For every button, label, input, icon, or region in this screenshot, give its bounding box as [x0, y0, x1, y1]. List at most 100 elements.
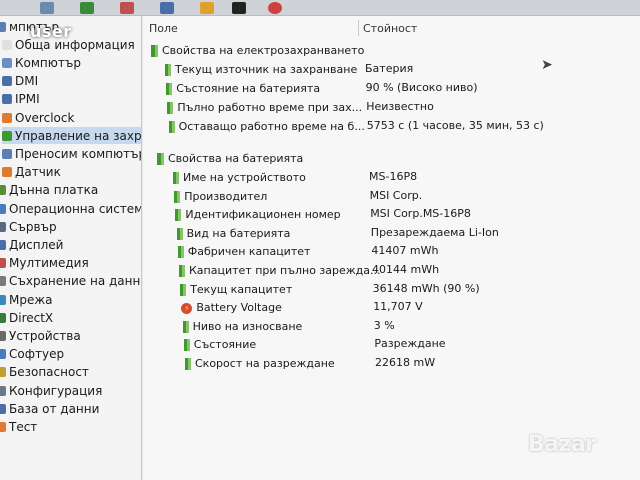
property-field: Скорост на разреждане — [195, 357, 335, 370]
property-row[interactable]: Пълно работно време при зах... — [167, 101, 362, 115]
computer-icon — [2, 57, 12, 68]
tree-item-label: Софтуер — [9, 347, 65, 362]
storage-icon — [0, 276, 6, 287]
tree-item[interactable]: Мрежа — [0, 291, 141, 308]
property-row[interactable]: Скорост на разреждане — [185, 357, 335, 371]
property-row[interactable]: Име на устройството — [173, 171, 306, 185]
property-row[interactable]: Капацитет при пълно зарежда... — [179, 264, 381, 278]
property-row[interactable]: Фабричен капацитет — [177, 245, 310, 259]
tree-item[interactable]: Сървър — [0, 218, 141, 235]
property-row[interactable]: Ниво на износване — [182, 320, 302, 334]
property-row[interactable]: Състояние — [183, 338, 257, 352]
tree-item[interactable]: Безопасност — [0, 364, 141, 381]
tree-item[interactable]: Устройства — [0, 327, 141, 344]
property-value: 3 % — [373, 318, 395, 332]
toolbar-icon[interactable] — [120, 2, 134, 14]
tree-item-label: IPMI — [15, 92, 40, 107]
devices-icon — [0, 330, 6, 341]
database-icon — [0, 403, 6, 414]
property-field: Вид на батерията — [186, 226, 291, 240]
property-row[interactable]: Текущ източник на захранване — [165, 63, 357, 77]
tree-item[interactable]: Overclock — [2, 109, 141, 126]
toolbar-icon[interactable] — [268, 2, 282, 14]
column-header-field[interactable]: Поле — [149, 22, 178, 35]
property-group[interactable]: Свойства на батерията — [157, 152, 303, 166]
property-row[interactable]: ⚡ Battery Voltage — [181, 301, 282, 315]
toolbar — [0, 0, 640, 16]
tree-item[interactable]: Съхранение на данни — [0, 273, 141, 290]
network-icon — [0, 294, 6, 305]
property-field: Пълно работно време при зах... — [177, 101, 363, 114]
toolbar-icon[interactable] — [160, 2, 174, 14]
group-title: Свойства на електрозахранването — [162, 44, 365, 57]
tree-item-label: DMI — [15, 74, 39, 89]
tree-item[interactable]: Датчик — [2, 164, 141, 181]
toolbar-icon[interactable] — [200, 2, 214, 14]
security-icon — [0, 367, 6, 378]
tree-item[interactable]: База от данни — [0, 400, 141, 417]
battery-icon — [173, 172, 179, 184]
toolbar-icon[interactable] — [40, 2, 54, 14]
property-value: Неизвестно — [366, 100, 434, 113]
tree-item[interactable]: Преносим компютър — [2, 145, 141, 162]
test-icon — [0, 421, 6, 432]
battery-icon — [165, 64, 171, 76]
user-overlay-label: user — [30, 22, 72, 41]
property-row[interactable]: Оставащо работно време на б... — [168, 120, 365, 134]
tree-item[interactable]: Компютър — [2, 54, 141, 71]
toolbar-icon[interactable] — [232, 2, 246, 14]
battery-icon — [180, 283, 187, 296]
group-title: Свойства на батерията — [168, 152, 304, 165]
column-separator[interactable] — [358, 20, 359, 36]
property-field: Състояние — [193, 338, 257, 352]
property-field: Battery Voltage — [196, 301, 282, 315]
property-value: 36148 mWh (90 %) — [372, 281, 480, 295]
multimedia-icon — [0, 258, 6, 269]
directx-icon — [0, 312, 6, 323]
tree-item-label: Тест — [9, 419, 38, 434]
motherboard-icon — [0, 185, 6, 196]
tree-item[interactable]: Дисплей — [0, 236, 141, 253]
tree-item[interactable]: DMI — [2, 73, 141, 90]
tree-item[interactable]: Обща информация — [2, 36, 141, 53]
info-icon — [2, 39, 12, 50]
property-row[interactable]: Вид на батерията — [176, 226, 291, 241]
tree-item[interactable]: Мултимедия — [0, 255, 141, 272]
property-value: Батерия — [365, 62, 414, 75]
property-value: 22618 mW — [375, 356, 436, 369]
mouse-cursor-icon: ➤ — [541, 57, 553, 73]
property-row[interactable]: Идентификационен номер — [175, 208, 341, 222]
battery-icon — [176, 227, 183, 240]
tree-item[interactable]: Дънна платка — [0, 182, 141, 199]
tree-item[interactable]: Тест — [0, 418, 141, 435]
property-group[interactable]: Свойства на електрозахранването — [151, 44, 364, 58]
property-field: Капацитет при пълно зарежда... — [189, 264, 381, 277]
property-row[interactable]: Производител — [174, 190, 267, 204]
battery-icon — [151, 45, 158, 57]
property-value: 5753 с (1 часове, 35 мин, 53 с) — [366, 119, 544, 132]
property-row[interactable]: Състояние на батерията — [166, 82, 320, 96]
tree-item-label: База от данни — [9, 401, 100, 416]
tree-item[interactable]: Операционна система — [0, 200, 142, 217]
tree-item[interactable]: Софтуер — [0, 346, 141, 363]
tree-item-label: Управление на захране — [15, 128, 142, 143]
tree-item[interactable]: DirectX — [0, 309, 141, 326]
column-header-value[interactable]: Стойност — [363, 22, 417, 35]
tree-item-label: Операционна система — [9, 201, 142, 216]
battery-icon — [175, 209, 182, 222]
tree-item[interactable]: Конфигурация — [0, 382, 141, 399]
sensor-icon — [2, 167, 12, 178]
property-row[interactable]: Текущ капацитет — [180, 283, 292, 297]
server-icon — [0, 221, 6, 232]
tree-item[interactable]: Управление на захране — [2, 127, 142, 145]
property-value: MS-16P8 — [369, 170, 418, 183]
os-icon — [0, 203, 6, 214]
toolbar-icon[interactable] — [80, 2, 94, 14]
computer-icon — [0, 21, 6, 32]
tree-item[interactable]: IPMI — [2, 91, 141, 108]
tree-item-label: Дънна платка — [9, 183, 99, 198]
property-field: Текущ източник на захранване — [175, 63, 358, 76]
battery-icon — [166, 83, 173, 95]
tree-item-label: Устройства — [9, 328, 81, 343]
property-value: Презареждаема Li-Ion — [370, 225, 499, 239]
